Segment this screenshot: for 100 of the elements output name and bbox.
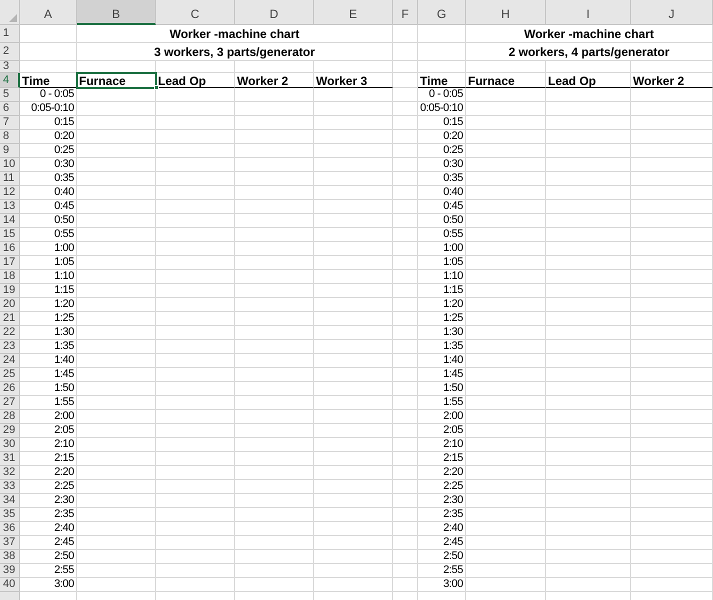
empty-cell[interactable] bbox=[631, 130, 713, 144]
empty-cell[interactable] bbox=[235, 354, 314, 368]
empty-cell[interactable] bbox=[546, 452, 631, 466]
empty-cell[interactable] bbox=[393, 25, 418, 43]
empty-cell[interactable] bbox=[546, 550, 631, 564]
empty-cell[interactable] bbox=[314, 550, 393, 564]
empty-cell[interactable] bbox=[466, 61, 546, 73]
empty-cell[interactable] bbox=[393, 396, 418, 410]
select-all-icon[interactable] bbox=[9, 14, 17, 22]
empty-cell[interactable] bbox=[546, 340, 631, 354]
empty-cell[interactable] bbox=[393, 88, 418, 102]
empty-cell[interactable] bbox=[235, 536, 314, 550]
empty-cell[interactable] bbox=[393, 73, 418, 88]
empty-cell[interactable] bbox=[466, 242, 546, 256]
empty-cell[interactable] bbox=[631, 536, 713, 550]
empty-cell[interactable] bbox=[77, 368, 156, 382]
empty-cell[interactable] bbox=[314, 494, 393, 508]
empty-cell[interactable] bbox=[314, 396, 393, 410]
empty-cell[interactable] bbox=[631, 382, 713, 396]
empty-cell[interactable] bbox=[546, 368, 631, 382]
empty-cell[interactable] bbox=[156, 578, 235, 592]
empty-cell[interactable] bbox=[393, 256, 418, 270]
empty-cell[interactable] bbox=[314, 144, 393, 158]
empty-cell[interactable] bbox=[546, 186, 631, 200]
empty-cell[interactable] bbox=[77, 340, 156, 354]
empty-cell[interactable] bbox=[235, 186, 314, 200]
empty-cell[interactable] bbox=[77, 102, 156, 116]
row-header[interactable]: 18 bbox=[0, 270, 20, 284]
empty-cell[interactable] bbox=[546, 536, 631, 550]
empty-cell[interactable] bbox=[631, 284, 713, 298]
empty-cell[interactable] bbox=[393, 508, 418, 522]
empty-cell[interactable] bbox=[314, 88, 393, 102]
empty-cell[interactable] bbox=[77, 214, 156, 228]
empty-cell[interactable] bbox=[546, 564, 631, 578]
row-header[interactable]: 8 bbox=[0, 130, 20, 144]
row-header[interactable]: 26 bbox=[0, 382, 20, 396]
empty-cell[interactable] bbox=[77, 88, 156, 102]
empty-cell[interactable] bbox=[546, 312, 631, 326]
empty-cell[interactable] bbox=[156, 550, 235, 564]
empty-cell[interactable] bbox=[546, 172, 631, 186]
empty-cell[interactable] bbox=[631, 172, 713, 186]
empty-cell[interactable] bbox=[77, 354, 156, 368]
empty-cell[interactable] bbox=[235, 270, 314, 284]
row-header[interactable]: 29 bbox=[0, 424, 20, 438]
empty-cell[interactable] bbox=[546, 466, 631, 480]
merged-cell[interactable]: Worker -machine chart bbox=[77, 25, 393, 43]
empty-cell[interactable] bbox=[156, 144, 235, 158]
empty-cell[interactable] bbox=[77, 116, 156, 130]
fill-handle[interactable] bbox=[154, 85, 159, 90]
row-header[interactable]: 23 bbox=[0, 340, 20, 354]
row-header[interactable]: 14 bbox=[0, 214, 20, 228]
empty-cell[interactable] bbox=[466, 578, 546, 592]
row-header[interactable]: 4 bbox=[0, 73, 20, 88]
empty-cell[interactable] bbox=[235, 564, 314, 578]
empty-cell[interactable] bbox=[77, 480, 156, 494]
empty-cell[interactable] bbox=[631, 298, 713, 312]
empty-cell[interactable] bbox=[393, 536, 418, 550]
row-header[interactable]: 21 bbox=[0, 312, 20, 326]
empty-cell[interactable] bbox=[393, 242, 418, 256]
empty-cell[interactable] bbox=[393, 158, 418, 172]
empty-cell[interactable] bbox=[235, 158, 314, 172]
empty-cell[interactable] bbox=[393, 61, 418, 73]
row-header[interactable]: 31 bbox=[0, 452, 20, 466]
empty-cell[interactable] bbox=[77, 382, 156, 396]
row-header[interactable]: 16 bbox=[0, 242, 20, 256]
empty-cell[interactable] bbox=[314, 368, 393, 382]
row-header[interactable]: 22 bbox=[0, 326, 20, 340]
empty-cell[interactable] bbox=[235, 130, 314, 144]
empty-cell[interactable] bbox=[393, 578, 418, 592]
empty-cell[interactable] bbox=[77, 550, 156, 564]
empty-cell[interactable] bbox=[546, 326, 631, 340]
empty-cell[interactable] bbox=[156, 424, 235, 438]
empty-cell[interactable] bbox=[314, 256, 393, 270]
empty-cell[interactable] bbox=[546, 256, 631, 270]
empty-cell[interactable] bbox=[466, 522, 546, 536]
empty-cell[interactable] bbox=[546, 144, 631, 158]
empty-cell[interactable] bbox=[546, 494, 631, 508]
empty-cell[interactable] bbox=[77, 270, 156, 284]
empty-cell[interactable] bbox=[546, 438, 631, 452]
empty-cell[interactable] bbox=[314, 438, 393, 452]
empty-cell[interactable] bbox=[631, 494, 713, 508]
empty-cell[interactable] bbox=[156, 256, 235, 270]
empty-cell[interactable] bbox=[631, 354, 713, 368]
empty-cell[interactable] bbox=[235, 410, 314, 424]
row-header[interactable]: 20 bbox=[0, 298, 20, 312]
empty-cell[interactable] bbox=[314, 522, 393, 536]
empty-cell[interactable] bbox=[314, 284, 393, 298]
empty-cell[interactable] bbox=[546, 410, 631, 424]
empty-cell[interactable] bbox=[77, 326, 156, 340]
merged-cell[interactable]: 3 workers, 3 parts/generator bbox=[77, 43, 393, 61]
empty-cell[interactable] bbox=[156, 522, 235, 536]
empty-cell[interactable] bbox=[235, 61, 314, 73]
empty-cell[interactable] bbox=[393, 368, 418, 382]
empty-cell[interactable] bbox=[314, 61, 393, 73]
empty-cell[interactable] bbox=[77, 144, 156, 158]
empty-cell[interactable] bbox=[546, 578, 631, 592]
empty-cell[interactable] bbox=[77, 186, 156, 200]
empty-cell[interactable] bbox=[631, 256, 713, 270]
row-header[interactable]: 36 bbox=[0, 522, 20, 536]
empty-cell[interactable] bbox=[314, 130, 393, 144]
